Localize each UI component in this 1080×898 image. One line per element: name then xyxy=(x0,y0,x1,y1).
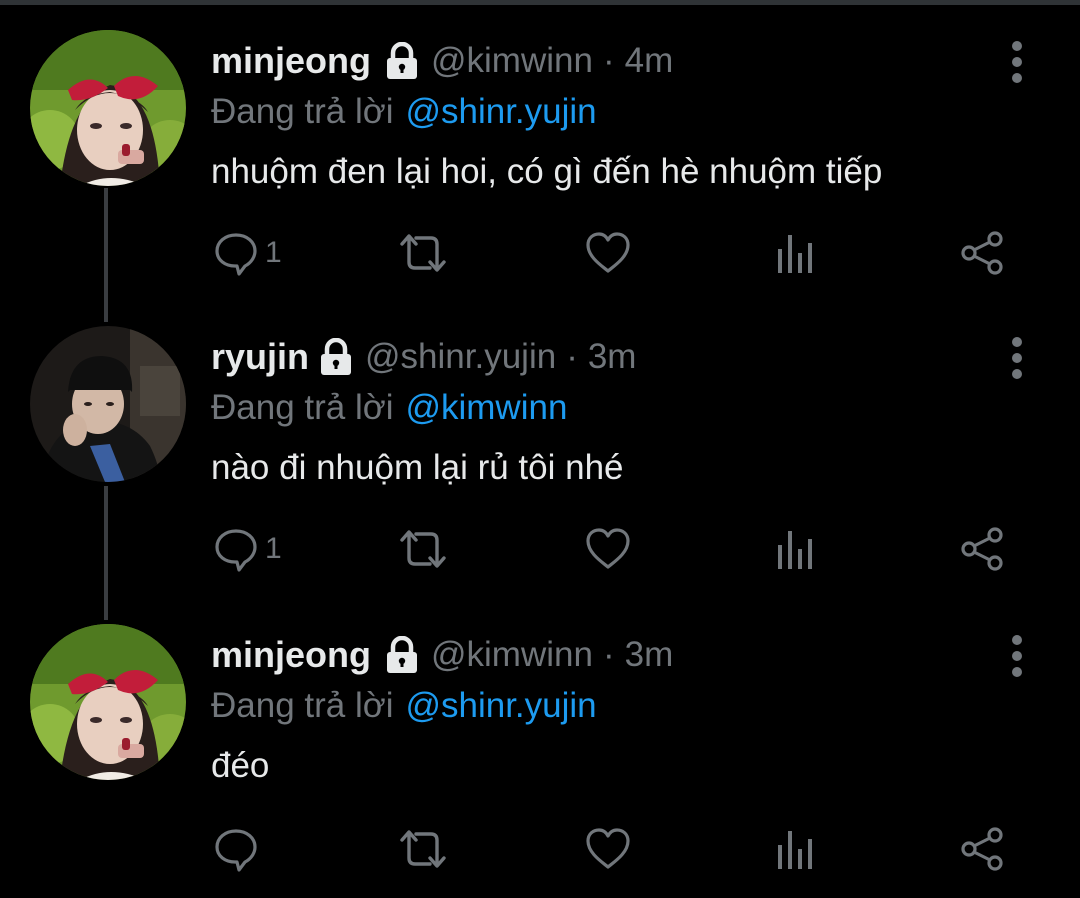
retweet-icon xyxy=(396,826,450,872)
lock-icon xyxy=(385,635,419,674)
action-bar: 1 xyxy=(0,524,1080,580)
tweet[interactable]: ryujin @shinr.yujin · 3m Đang trả lời@k xyxy=(0,326,1080,586)
tweet-header: minjeong @kimwinn · 4m xyxy=(211,38,673,84)
reply-button[interactable]: 1 xyxy=(213,524,282,574)
share-button[interactable] xyxy=(960,524,1006,574)
reply-mention-link[interactable]: @shinr.yujin xyxy=(405,686,596,725)
views-icon xyxy=(776,827,816,871)
more-vertical-icon[interactable] xyxy=(1004,336,1030,380)
more-vertical-icon[interactable] xyxy=(1004,40,1030,84)
avatar[interactable] xyxy=(30,326,186,482)
lock-icon xyxy=(385,41,419,80)
separator-dot: · xyxy=(602,635,615,674)
user-handle[interactable]: @kimwinn xyxy=(431,635,593,675)
reply-button[interactable]: 1 xyxy=(213,228,282,278)
timestamp[interactable]: 3m xyxy=(625,635,674,675)
retweet-icon xyxy=(396,526,450,572)
more-vertical-icon[interactable] xyxy=(1004,634,1030,678)
views-icon xyxy=(776,527,816,571)
tweet-text: nào đi nhuộm lại rủ tôi nhé xyxy=(211,448,624,487)
tweet-header: ryujin @shinr.yujin · 3m xyxy=(211,334,636,380)
separator-dot: · xyxy=(566,337,578,376)
retweet-button[interactable] xyxy=(396,824,450,874)
share-icon xyxy=(960,526,1006,572)
action-bar: 1 xyxy=(0,228,1080,284)
tweet-text: đéo xyxy=(211,746,270,785)
separator-dot: · xyxy=(602,41,615,80)
tweet-header: minjeong @kimwinn · 3m xyxy=(211,632,673,678)
views-button[interactable] xyxy=(776,524,816,574)
heart-icon xyxy=(584,231,632,275)
user-handle[interactable]: @kimwinn xyxy=(431,41,593,81)
reply-count: 1 xyxy=(265,236,282,269)
display-name[interactable]: ryujin xyxy=(211,336,309,378)
reply-count: 1 xyxy=(265,532,282,565)
action-bar xyxy=(0,824,1080,880)
reply-icon xyxy=(213,526,259,572)
display-name[interactable]: minjeong xyxy=(211,40,371,82)
retweet-button[interactable] xyxy=(396,524,450,574)
share-button[interactable] xyxy=(960,824,1006,874)
avatar[interactable] xyxy=(30,30,186,186)
replying-to: Đang trả lời @kimwinn xyxy=(211,388,567,428)
thread-view: minjeong @kimwinn · 4m Đang trả lời@shi xyxy=(0,0,1080,898)
lock-icon xyxy=(319,337,353,376)
replying-to-label: Đang trả lời xyxy=(211,92,394,131)
reply-mention-link[interactable]: @kimwinn xyxy=(405,388,567,427)
user-handle[interactable]: @shinr.yujin xyxy=(365,337,556,377)
timestamp[interactable]: 3m xyxy=(588,337,637,377)
share-icon xyxy=(960,230,1006,276)
views-button[interactable] xyxy=(776,824,816,874)
like-button[interactable] xyxy=(584,228,632,278)
heart-icon xyxy=(584,527,632,571)
replying-to-label: Đang trả lời xyxy=(211,686,394,725)
like-button[interactable] xyxy=(584,824,632,874)
timestamp[interactable]: 4m xyxy=(625,41,674,81)
share-icon xyxy=(960,826,1006,872)
views-icon xyxy=(776,231,816,275)
tweet-text: nhuộm đen lại hoi, có gì đến hè nhuộm ti… xyxy=(211,152,883,191)
like-button[interactable] xyxy=(584,524,632,574)
tweet[interactable]: minjeong @kimwinn · 4m Đang trả lời@shi xyxy=(0,30,1080,290)
reply-icon xyxy=(213,230,259,276)
top-divider xyxy=(0,0,1080,5)
retweet-button[interactable] xyxy=(396,228,450,278)
replying-to: Đang trả lời @shinr.yujin xyxy=(211,686,597,726)
retweet-icon xyxy=(396,230,450,276)
share-button[interactable] xyxy=(960,228,1006,278)
tweet[interactable]: minjeong @kimwinn · 3m Đang trả lời@shi xyxy=(0,624,1080,884)
reply-icon xyxy=(213,826,259,872)
replying-to: Đang trả lời @shinr.yujin xyxy=(211,92,597,132)
reply-mention-link[interactable]: @shinr.yujin xyxy=(405,92,596,131)
avatar[interactable] xyxy=(30,624,186,780)
reply-button[interactable] xyxy=(213,824,265,874)
views-button[interactable] xyxy=(776,228,816,278)
heart-icon xyxy=(584,827,632,871)
display-name[interactable]: minjeong xyxy=(211,634,371,676)
replying-to-label: Đang trả lời xyxy=(211,388,394,427)
